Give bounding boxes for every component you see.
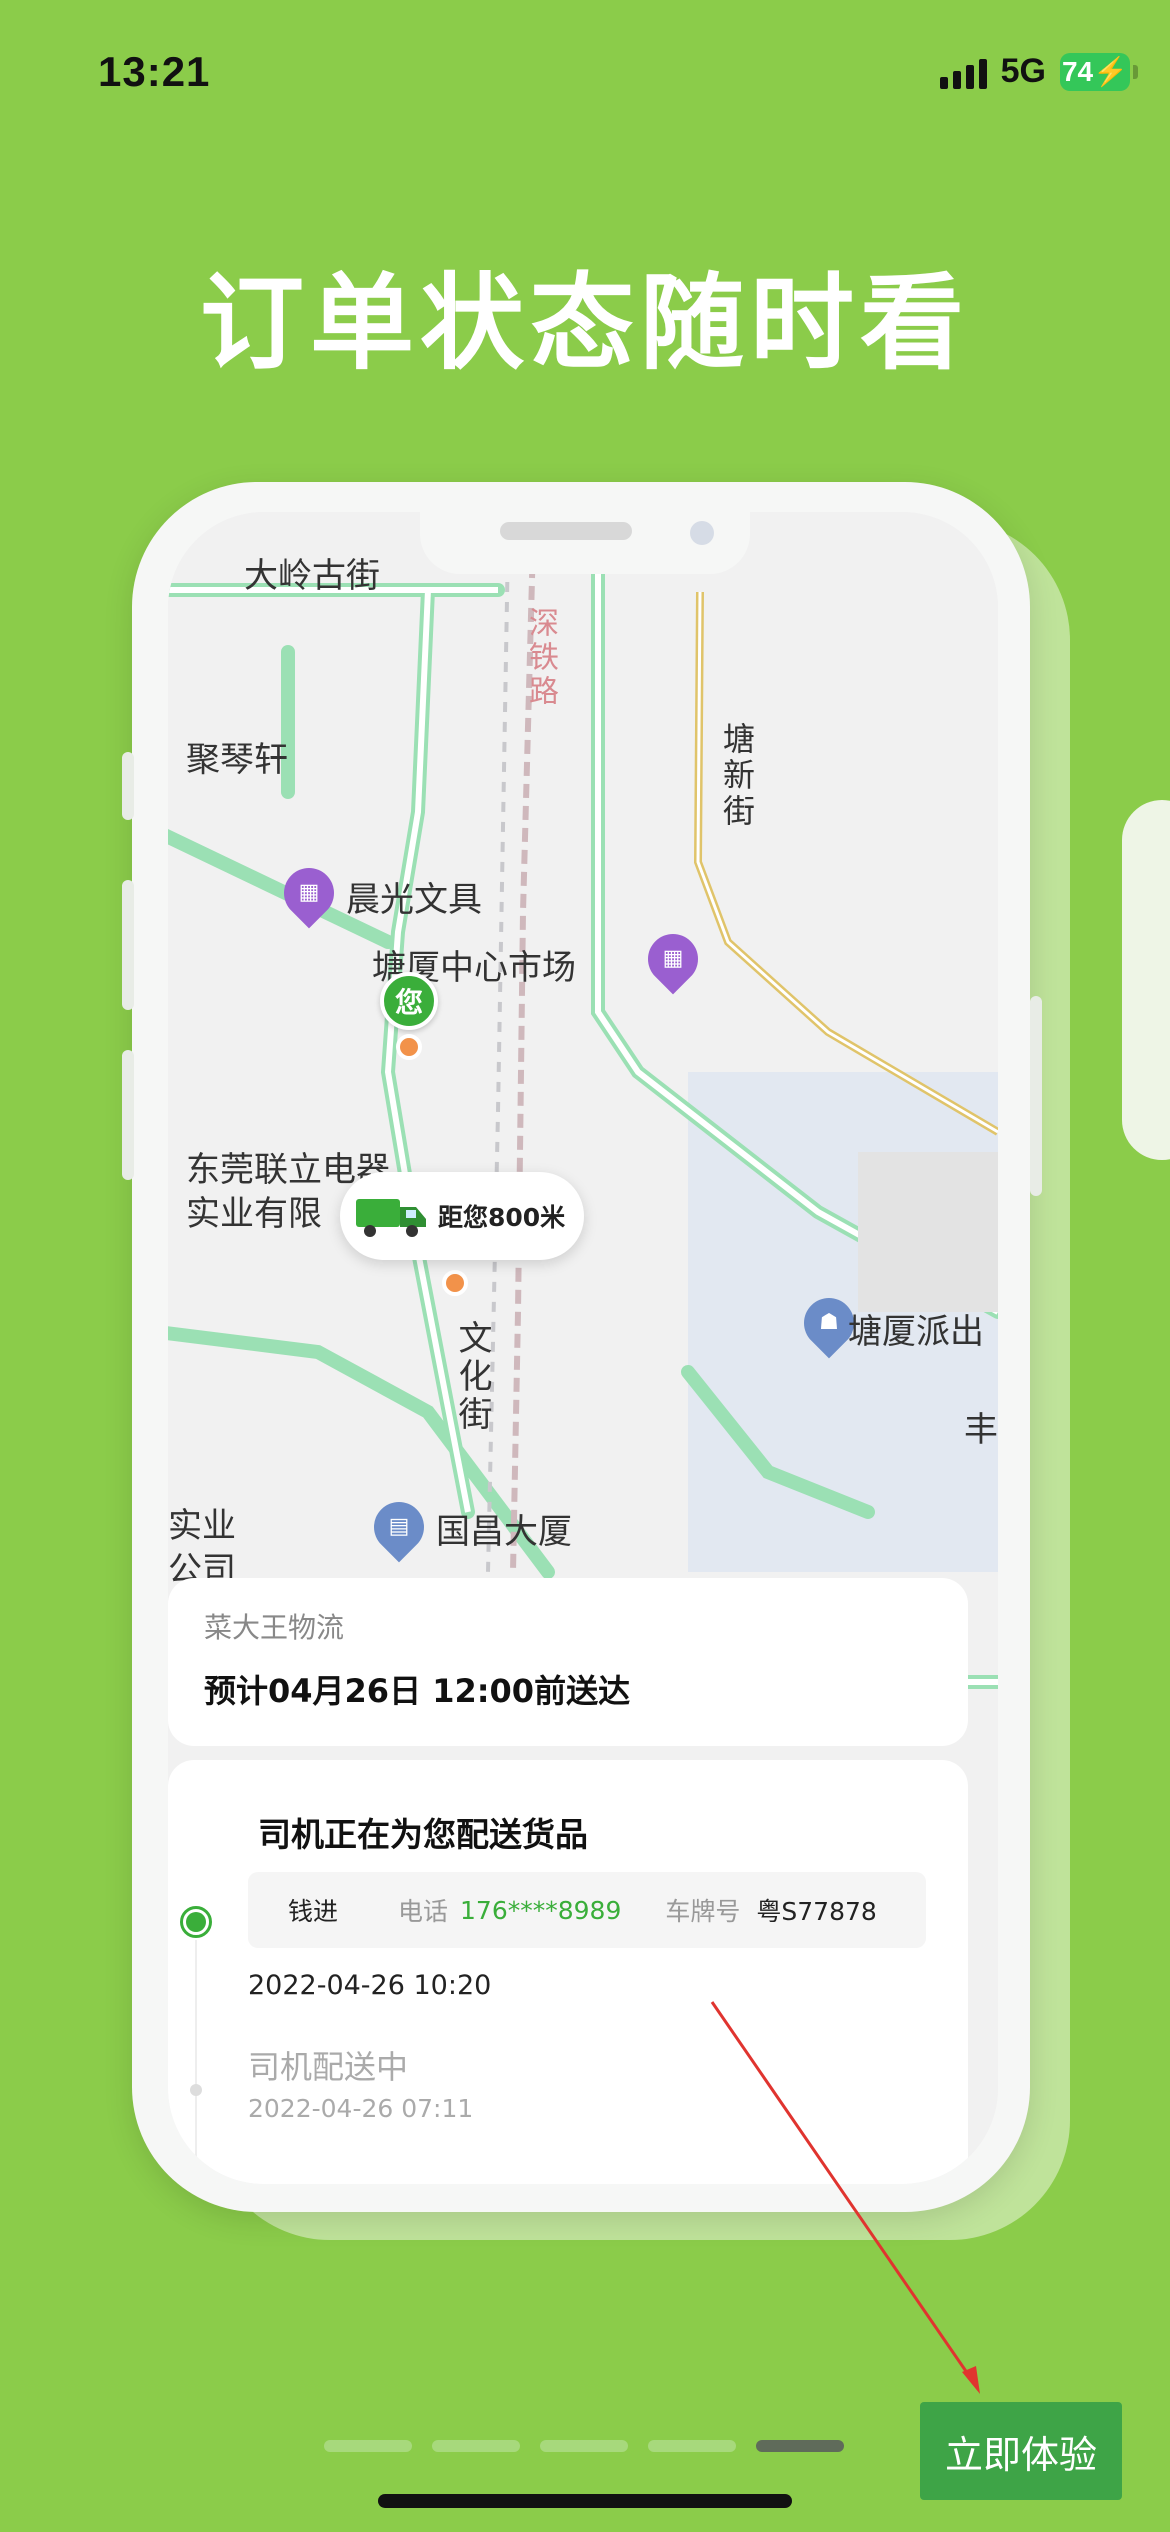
page-dot[interactable] [324,2440,412,2452]
phone-speaker [500,522,632,540]
page-indicator [324,2440,844,2452]
try-now-button[interactable]: 立即体验 [920,2402,1122,2500]
annotation-arrow [710,2001,980,2394]
phone-camera-icon [690,521,714,545]
page-dot-active[interactable] [756,2440,844,2452]
page-dot[interactable] [540,2440,628,2452]
page-dot[interactable] [432,2440,520,2452]
home-indicator[interactable] [378,2494,792,2508]
page-dot[interactable] [648,2440,736,2452]
